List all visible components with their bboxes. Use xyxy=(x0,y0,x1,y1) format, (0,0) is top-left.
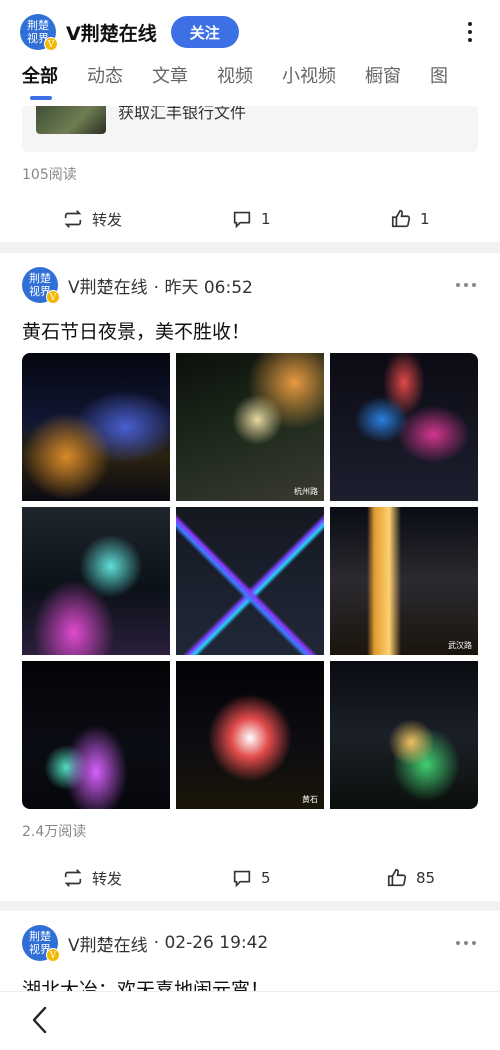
photo-caption: 武汉路 xyxy=(448,641,472,650)
like-count: 85 xyxy=(416,869,436,887)
avatar[interactable]: 荆楚 视界 V xyxy=(20,14,58,51)
post-author[interactable]: V荆楚在线 xyxy=(68,931,148,956)
night-photo-6[interactable]: 武汉路 xyxy=(330,507,478,655)
tab-videos[interactable]: 视频 xyxy=(217,62,253,92)
like-button[interactable]: 85 xyxy=(386,867,435,889)
read-count: 105阅读 xyxy=(22,167,77,183)
tab-all[interactable]: 全部 xyxy=(22,62,58,100)
night-photo-1[interactable] xyxy=(22,353,170,501)
repost-icon xyxy=(64,210,82,228)
account-name: V荆楚在线 xyxy=(66,22,157,45)
more-dots-icon[interactable] xyxy=(456,941,476,945)
verified-badge-icon: V xyxy=(44,37,58,51)
post-actions: 转发 1 1 xyxy=(0,204,500,234)
tab-images[interactable]: 图 xyxy=(430,62,448,92)
image-grid: 杭州路 武汉路 黄石 xyxy=(22,353,478,809)
repost-label: 转发 xyxy=(92,210,123,229)
repost-label: 转发 xyxy=(92,869,123,888)
comment-button[interactable]: 1 xyxy=(231,208,271,230)
verified-badge-icon: V xyxy=(46,948,60,962)
profile-page: 荆楚 视界 V V荆楚在线 关注 全部 动态 文章 视频 小视频 橱窗 图 获取… xyxy=(0,0,500,1050)
bottom-navigation xyxy=(0,991,500,1050)
post-actions: 转发 5 85 xyxy=(0,863,500,893)
tab-articles[interactable]: 文章 xyxy=(152,62,188,92)
night-photo-9[interactable] xyxy=(330,661,478,809)
post-card-1: 获取汇丰银行文件 105阅读 转发 1 1 xyxy=(0,104,500,242)
night-photo-7[interactable] xyxy=(22,661,170,809)
like-button[interactable]: 1 xyxy=(390,208,430,230)
avatar[interactable]: 荆楚 视界 V xyxy=(22,267,60,304)
more-options-icon[interactable] xyxy=(460,17,480,47)
avatar[interactable]: 荆楚 视界 V xyxy=(22,925,60,962)
linked-article-thumbnail xyxy=(36,104,106,134)
photo-caption: 杭州路 xyxy=(294,487,318,496)
post-author[interactable]: V荆楚在线 xyxy=(68,273,148,298)
tab-updates[interactable]: 动态 xyxy=(87,62,123,92)
repost-button[interactable]: 转发 xyxy=(62,867,122,889)
post-header: 荆楚 视界 V V荆楚在线 · 昨天 06:52 xyxy=(22,267,478,304)
night-photo-8[interactable]: 黄石 xyxy=(176,661,324,809)
comment-count: 1 xyxy=(261,210,271,228)
more-dots-icon[interactable] xyxy=(456,283,476,287)
avatar-text-line1: 荆楚 xyxy=(29,930,51,943)
profile-header: 荆楚 视界 V V荆楚在线 关注 全部 动态 文章 视频 小视频 橱窗 图 xyxy=(0,0,500,106)
linked-article-title: 获取汇丰银行文件 xyxy=(118,104,247,122)
linked-article[interactable]: 获取汇丰银行文件 xyxy=(22,104,478,152)
night-photo-5[interactable] xyxy=(176,507,324,655)
post-card-3: 荆楚 视界 V V荆楚在线 · 02-26 19:42 湖北大冶：欢天喜地闹元宵… xyxy=(0,911,500,1001)
night-photo-4[interactable] xyxy=(22,507,170,655)
comment-count: 5 xyxy=(261,869,271,887)
comment-button[interactable]: 5 xyxy=(231,867,271,889)
post-header: 荆楚 视界 V V荆楚在线 · 02-26 19:42 xyxy=(22,925,478,962)
follow-button[interactable]: 关注 xyxy=(170,16,239,48)
night-photo-3[interactable] xyxy=(330,353,478,501)
like-count: 1 xyxy=(420,210,430,228)
chevron-left-icon[interactable] xyxy=(26,1004,54,1036)
thumb-up-icon xyxy=(387,868,407,887)
repost-icon xyxy=(64,869,82,887)
post-time: · 02-26 19:42 xyxy=(153,933,269,953)
photo-caption: 黄石 xyxy=(302,795,318,804)
thumb-up-icon xyxy=(391,209,411,228)
tab-short-videos[interactable]: 小视频 xyxy=(282,62,336,92)
comment-icon xyxy=(233,870,251,888)
night-photo-2[interactable]: 杭州路 xyxy=(176,353,324,501)
repost-button[interactable]: 转发 xyxy=(62,208,122,230)
post-card-2: 荆楚 视界 V V荆楚在线 · 昨天 06:52 黄石节日夜景，美不胜收！ 杭州… xyxy=(0,253,500,901)
avatar-text-line1: 荆楚 xyxy=(27,19,49,32)
verified-badge-icon: V xyxy=(46,290,60,304)
read-count: 2.4万阅读 xyxy=(22,824,87,840)
tab-showcase[interactable]: 橱窗 xyxy=(365,62,401,92)
post-text[interactable]: 黄石节日夜景，美不胜收！ xyxy=(22,317,250,344)
post-time: · 昨天 06:52 xyxy=(153,277,253,298)
comment-icon xyxy=(233,211,251,229)
header-row: 荆楚 视界 V V荆楚在线 关注 xyxy=(20,10,480,54)
content-tabs: 全部 动态 文章 视频 小视频 橱窗 图 xyxy=(22,62,500,102)
avatar-text-line1: 荆楚 xyxy=(29,272,51,285)
